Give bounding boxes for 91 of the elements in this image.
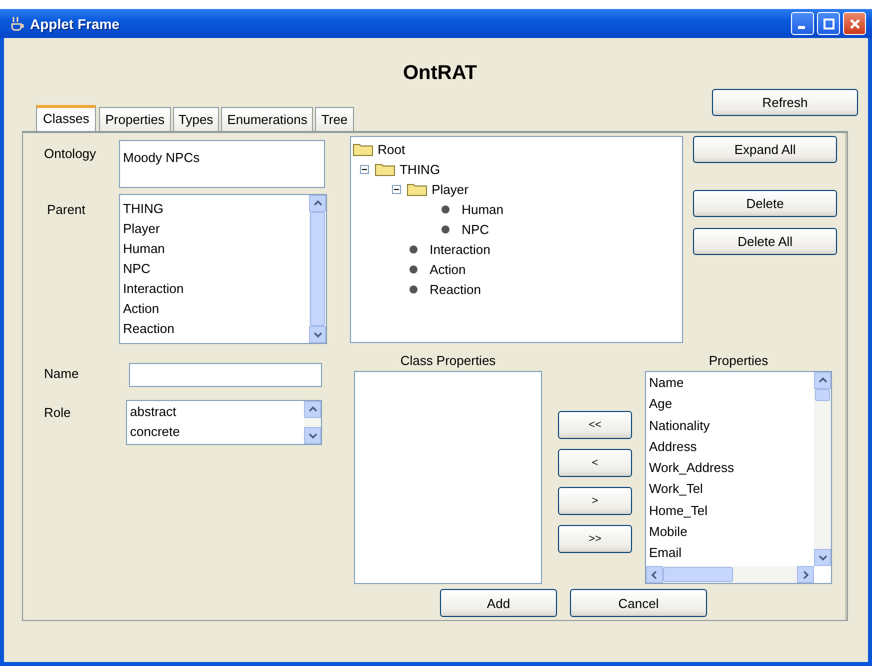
tab[interactable]: Tree: [315, 107, 354, 131]
tree-node-label[interactable]: Action: [430, 262, 466, 276]
chevron-down-icon: [818, 552, 828, 562]
chevron-up-icon: [308, 404, 318, 414]
list-item[interactable]: Age: [646, 393, 814, 415]
scroll-up-button[interactable]: [304, 401, 321, 418]
scroll-up-button[interactable]: [814, 372, 831, 389]
move-button[interactable]: <: [558, 449, 632, 477]
collapse-icon[interactable]: [392, 184, 401, 194]
bullet-icon: [440, 204, 450, 214]
scroll-down-button[interactable]: [309, 326, 326, 343]
chevron-right-icon: [800, 570, 810, 580]
bullet-icon: [440, 224, 450, 234]
folder-icon: [406, 182, 427, 196]
list-item[interactable]: Interaction: [120, 279, 309, 299]
scrollbar[interactable]: [814, 372, 831, 566]
cup-icon: [10, 16, 24, 32]
scrollbar[interactable]: [309, 195, 326, 343]
list-item[interactable]: Home_Tel: [646, 500, 814, 522]
list-item[interactable]: Email: [646, 542, 814, 564]
footer-button[interactable]: Add: [440, 589, 557, 617]
name-field[interactable]: [129, 363, 322, 387]
tree-node-label[interactable]: Reaction: [430, 282, 481, 296]
chevron-down-icon: [312, 330, 322, 340]
list-item[interactable]: Work_Tel: [646, 478, 814, 500]
name-label: Name: [44, 365, 80, 383]
list-item[interactable]: Name: [646, 372, 814, 394]
minimize-icon: [798, 26, 805, 29]
list-item[interactable]: concrete: [127, 422, 304, 442]
scroll-left-button[interactable]: [646, 566, 663, 583]
chevron-up-icon: [312, 198, 322, 208]
list-item[interactable]: Player: [120, 219, 309, 239]
bullet-icon: [408, 244, 418, 254]
close-button[interactable]: [843, 12, 866, 35]
tree-node-label[interactable]: Interaction: [430, 242, 490, 256]
folder-icon: [374, 162, 395, 176]
app-heading: OntRAT: [402, 62, 478, 85]
list-item[interactable]: Address: [646, 436, 814, 458]
list-item[interactable]: Reaction: [120, 319, 309, 339]
chevron-up-icon: [818, 376, 828, 386]
tree-node-label[interactable]: Root: [378, 142, 406, 156]
folder-icon: [352, 142, 373, 156]
scrollbar[interactable]: [646, 566, 814, 583]
tree-action-button[interactable]: Delete: [693, 190, 837, 217]
tree-node-label[interactable]: Player: [432, 182, 468, 196]
list-item[interactable]: Action: [120, 299, 309, 319]
maximize-icon: [822, 18, 834, 30]
bullet-icon: [408, 264, 418, 274]
scroll-thumb[interactable]: [310, 212, 325, 326]
scroll-down-button[interactable]: [304, 427, 321, 444]
list-item[interactable]: Work_Address: [646, 457, 814, 478]
scroll-right-button[interactable]: [797, 566, 814, 583]
move-button[interactable]: <<: [558, 411, 632, 439]
list-item[interactable]: Nationality: [646, 414, 814, 436]
parent-label: Parent: [46, 201, 86, 219]
window-title: Applet Frame: [30, 16, 120, 32]
refresh-button[interactable]: Refresh: [712, 89, 858, 116]
scroll-thumb[interactable]: [815, 389, 830, 401]
move-button[interactable]: >>: [558, 525, 632, 553]
tree-node-label[interactable]: THING: [400, 162, 440, 176]
list-item[interactable]: NPC: [120, 259, 309, 279]
ontology-field[interactable]: Moody NPCs: [119, 140, 325, 188]
tab[interactable]: Classes: [36, 105, 96, 131]
chevron-left-icon: [650, 570, 660, 580]
scroll-up-button[interactable]: [309, 195, 326, 212]
tab[interactable]: Types: [172, 107, 220, 131]
tree-action-button[interactable]: Delete All: [693, 228, 837, 255]
tree-node-label[interactable]: NPC: [462, 222, 490, 236]
tab[interactable]: Properties: [99, 107, 170, 131]
list-item[interactable]: Human: [120, 239, 309, 259]
collapse-icon[interactable]: [360, 164, 369, 174]
list-item[interactable]: abstract: [127, 402, 304, 422]
close-icon: [848, 18, 860, 30]
class-properties-label: Class Properties: [400, 353, 496, 370]
list-item[interactable]: THING: [120, 199, 309, 219]
tab[interactable]: Enumerations: [221, 107, 314, 131]
tree-node-label[interactable]: Human: [462, 202, 504, 216]
chevron-down-icon: [308, 430, 318, 440]
scrollbar[interactable]: [304, 401, 321, 444]
minimize-button[interactable]: [791, 12, 814, 35]
footer-button[interactable]: Cancel: [570, 589, 707, 617]
properties-label: Properties: [708, 353, 768, 370]
bullet-icon: [408, 284, 418, 294]
maximize-button[interactable]: [817, 12, 840, 35]
ontology-label: Ontology: [44, 145, 98, 163]
scroll-down-button[interactable]: [814, 549, 831, 566]
move-button[interactable]: >: [558, 487, 632, 515]
tree-action-button[interactable]: Expand All: [693, 136, 837, 163]
scroll-thumb[interactable]: [663, 567, 733, 582]
role-label: Role: [44, 404, 72, 422]
list-item[interactable]: Mobile: [646, 521, 814, 542]
